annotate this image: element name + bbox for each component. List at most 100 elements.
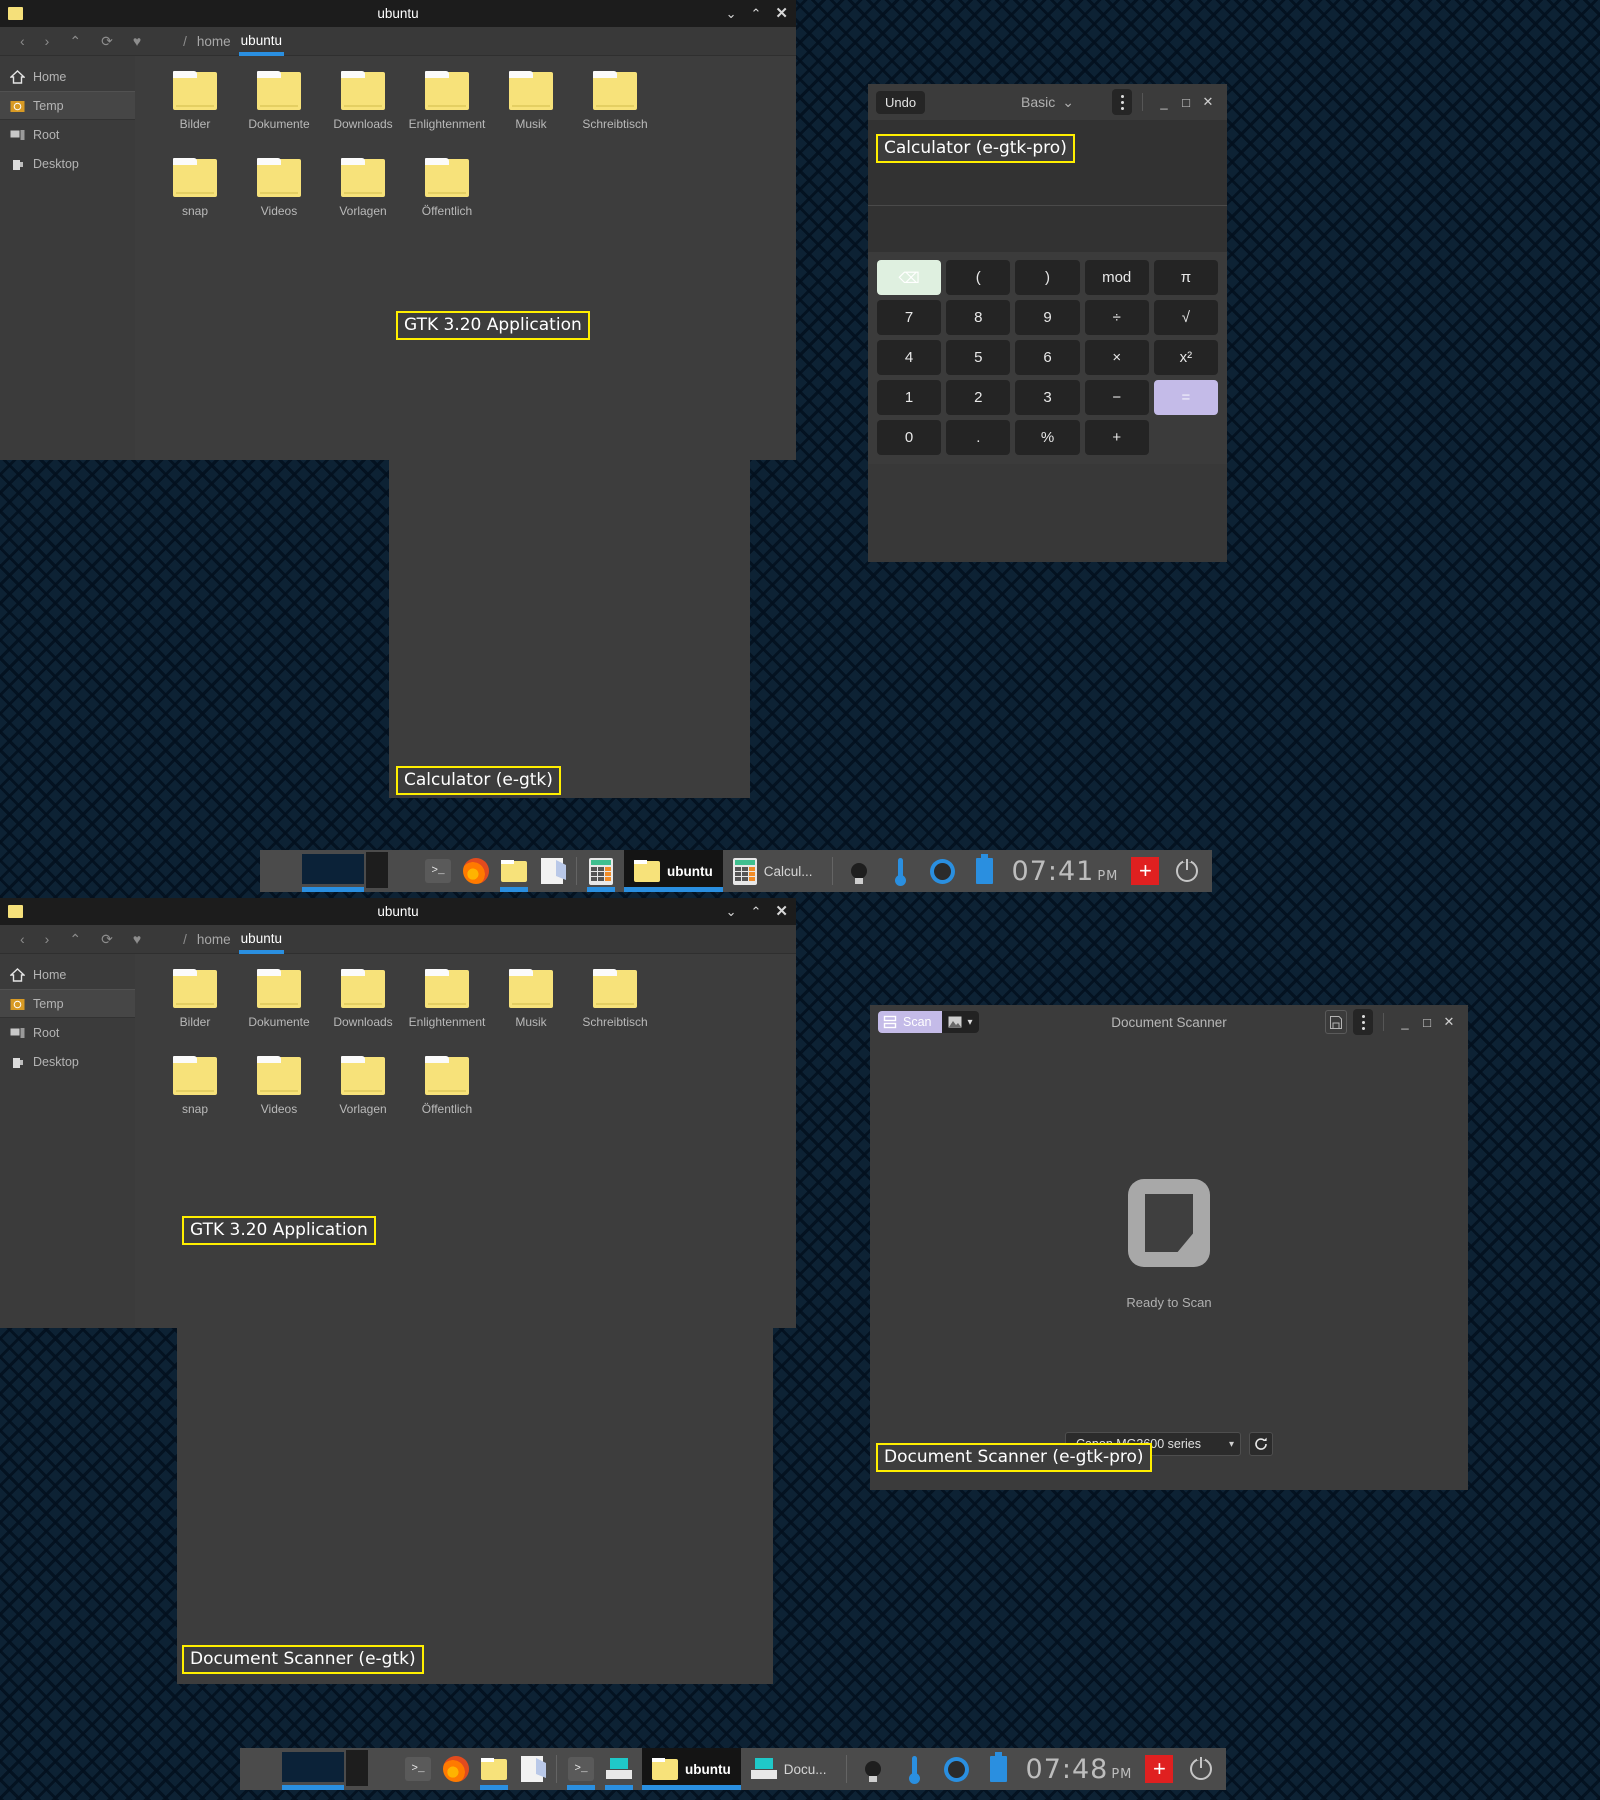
tray-audio[interactable] <box>922 850 964 892</box>
tray-power[interactable] <box>1166 850 1208 892</box>
close-button[interactable]: ✕ <box>775 6 788 21</box>
titlebar[interactable]: ubuntu ⌄ ⌃ ✕ <box>0 0 796 27</box>
back-icon[interactable]: ‹ <box>20 931 25 947</box>
pager[interactable]: ⌃ <box>260 850 415 892</box>
file-grid-area[interactable]: Bilder Dokumente Downloads Enlightenment… <box>135 954 796 1328</box>
folder-item[interactable]: Videos <box>237 158 321 218</box>
key-multiply[interactable]: × <box>1084 340 1149 375</box>
tray-audio[interactable] <box>936 1748 978 1790</box>
shade-button[interactable]: ⌄ <box>726 905 737 918</box>
back-icon[interactable]: ‹ <box>20 33 25 49</box>
key-4[interactable]: 4 <box>877 340 942 375</box>
key-0[interactable]: 0 <box>877 420 942 455</box>
launcher-text-editor[interactable] <box>533 850 571 892</box>
sidebar-item-desktop[interactable]: Desktop <box>0 149 135 178</box>
favorite-icon[interactable]: ♥ <box>133 931 141 947</box>
refresh-button[interactable] <box>1249 1432 1274 1456</box>
key-3[interactable]: 3 <box>1015 380 1080 415</box>
key-1[interactable]: 1 <box>877 380 942 415</box>
document-scanner-window[interactable]: Scan ▾ Document Scanner _ □ ✕ Ready to S… <box>870 1005 1468 1490</box>
calculator-display[interactable] <box>868 120 1227 206</box>
task-ubuntu[interactable]: ubuntu <box>642 1748 741 1790</box>
pager[interactable]: ⌃ <box>240 1748 395 1790</box>
folder-item[interactable]: Enlightenment <box>405 71 489 131</box>
breadcrumb-item-ubuntu[interactable]: ubuntu <box>238 33 285 56</box>
tray-health[interactable]: + <box>1124 850 1166 892</box>
unshade-button[interactable]: ⌃ <box>751 7 762 20</box>
folder-item[interactable]: Bilder <box>153 969 237 1029</box>
folder-item[interactable]: Musik <box>489 969 573 1029</box>
close-button[interactable]: ✕ <box>1197 94 1219 110</box>
task-document-scanner[interactable]: Docu... <box>740 1748 837 1790</box>
kebab-menu-icon[interactable] <box>1353 1009 1373 1035</box>
key-8[interactable]: 8 <box>946 300 1011 335</box>
breadcrumb-item-home[interactable]: home <box>197 34 231 49</box>
undo-button[interactable]: Undo <box>876 90 926 114</box>
close-button[interactable]: ✕ <box>1438 1014 1460 1030</box>
favorite-icon[interactable]: ♥ <box>133 33 141 49</box>
folder-item[interactable]: Öffentlich <box>405 158 489 218</box>
scan-button[interactable]: Scan <box>878 1011 942 1033</box>
running-calculator[interactable] <box>582 850 620 892</box>
launcher-firefox[interactable] <box>437 1748 475 1790</box>
launcher-text-editor[interactable] <box>513 1748 551 1790</box>
sidebar-item-temp[interactable]: Temp <box>0 91 135 120</box>
kebab-menu-icon[interactable] <box>1112 89 1132 115</box>
folder-item[interactable]: Dokumente <box>237 71 321 131</box>
key-open-paren[interactable]: ( <box>946 260 1011 295</box>
taskbar-top[interactable]: ⌃ >_ ubuntu Calcul... 07:41 PM + <box>260 850 1307 892</box>
key-sqrt[interactable]: √ <box>1153 300 1218 335</box>
file-manager-window-bottom[interactable]: ubuntu ⌄ ⌃ ✕ ‹ › ⌃ ⟳ ♥ / home ubuntu Hom… <box>0 898 796 1328</box>
sidebar-item-temp[interactable]: Temp <box>0 989 135 1018</box>
folder-item[interactable]: Downloads <box>321 71 405 131</box>
key-minus[interactable]: − <box>1084 380 1149 415</box>
key-decimal[interactable]: . <box>946 420 1011 455</box>
launcher-firefox[interactable] <box>457 850 495 892</box>
launcher-files[interactable] <box>475 1748 513 1790</box>
folder-item[interactable]: Öffentlich <box>405 1056 489 1116</box>
folder-item[interactable]: Schreibtisch <box>573 969 657 1029</box>
launcher-terminal[interactable]: >_ <box>399 1748 437 1790</box>
key-mod[interactable]: mod <box>1084 260 1149 295</box>
pager-desktop-thumb[interactable] <box>282 1752 344 1782</box>
sidebar-item-home[interactable]: Home <box>0 62 135 91</box>
key-7[interactable]: 7 <box>877 300 942 335</box>
tray-power[interactable] <box>1180 1748 1222 1790</box>
breadcrumb-root[interactable]: / <box>183 932 187 947</box>
forward-icon[interactable]: › <box>45 931 50 947</box>
tray-brightness[interactable] <box>852 1748 894 1790</box>
maximize-button[interactable]: □ <box>1416 1015 1438 1030</box>
tray-battery[interactable] <box>978 1748 1020 1790</box>
folder-item[interactable]: Enlightenment <box>405 969 489 1029</box>
key-square[interactable]: x² <box>1153 340 1218 375</box>
key-equals[interactable]: = <box>1153 380 1218 415</box>
sidebar-item-root[interactable]: Root <box>0 120 135 149</box>
sidebar-item-home[interactable]: Home <box>0 960 135 989</box>
titlebar[interactable]: ubuntu ⌄ ⌃ ✕ <box>0 898 796 925</box>
tray-temperature[interactable] <box>894 1748 936 1790</box>
key-2[interactable]: 2 <box>946 380 1011 415</box>
close-button[interactable]: ✕ <box>775 904 788 919</box>
folder-item[interactable]: Schreibtisch <box>573 71 657 131</box>
minimize-button[interactable]: _ <box>1153 95 1175 110</box>
folder-item[interactable]: Bilder <box>153 71 237 131</box>
save-button[interactable] <box>1325 1010 1347 1034</box>
scan-mode-button[interactable]: ▾ <box>941 1011 979 1033</box>
folder-item[interactable]: Dokumente <box>237 969 321 1029</box>
taskbar-bottom[interactable]: ⌃ >_ >_ ubuntu Docu... 07:48 PM + <box>240 1748 1355 1790</box>
up-icon[interactable]: ⌃ <box>69 931 81 948</box>
folder-item[interactable]: Vorlagen <box>321 158 405 218</box>
key-pi[interactable]: π <box>1153 260 1218 295</box>
tray-battery[interactable] <box>964 850 1006 892</box>
sidebar-item-desktop[interactable]: Desktop <box>0 1047 135 1076</box>
sidebar-item-root[interactable]: Root <box>0 1018 135 1047</box>
key-percent[interactable]: % <box>1015 420 1080 455</box>
scan-button-group[interactable]: Scan ▾ <box>878 1011 979 1033</box>
breadcrumb-item-ubuntu[interactable]: ubuntu <box>238 931 285 954</box>
folder-item[interactable]: snap <box>153 1056 237 1116</box>
maximize-button[interactable]: □ <box>1175 95 1197 110</box>
launcher-files[interactable] <box>495 850 533 892</box>
minimize-button[interactable]: _ <box>1394 1015 1416 1030</box>
tray-health[interactable]: + <box>1138 1748 1180 1790</box>
folder-item[interactable]: Videos <box>237 1056 321 1116</box>
